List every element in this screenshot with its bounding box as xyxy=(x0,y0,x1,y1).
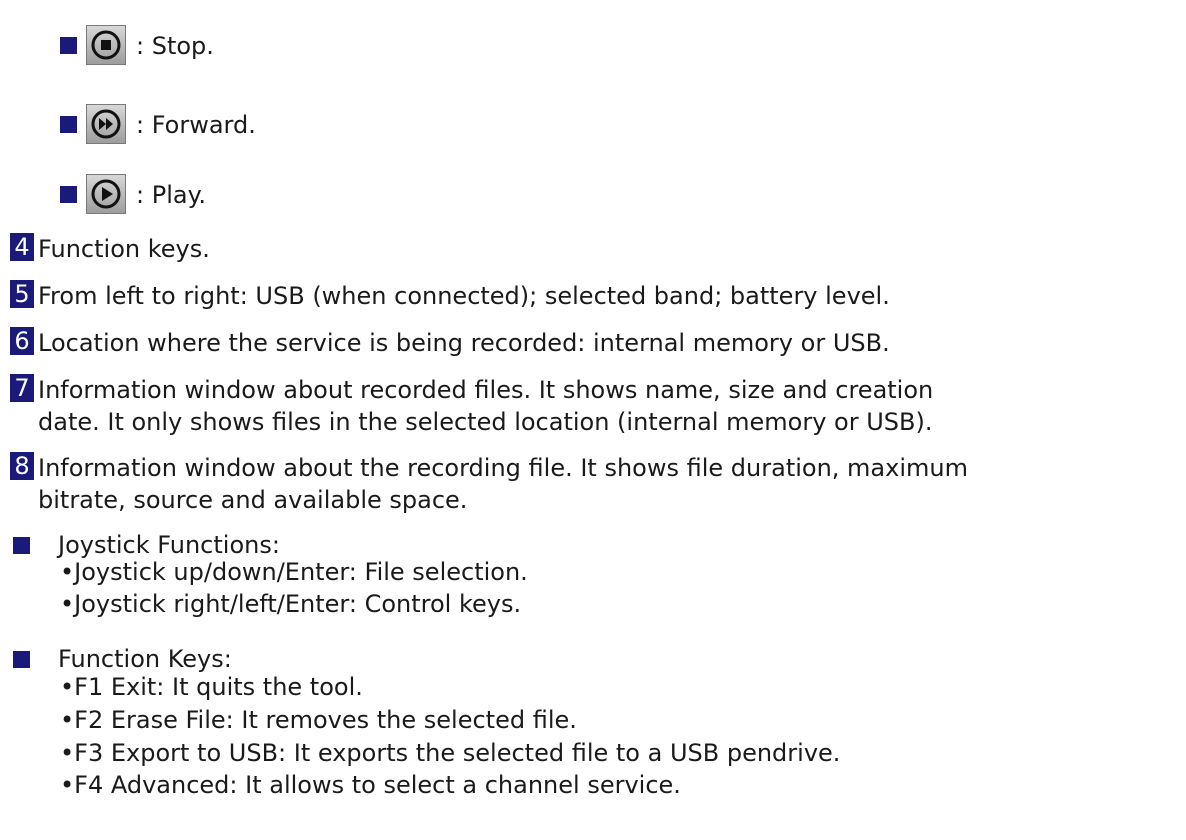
bullet-square xyxy=(60,186,77,203)
stop-icon xyxy=(86,25,126,65)
numbered-item-7: 7 Information window about recorded files… xyxy=(10,374,933,438)
function-key-item: •F4 Advanced: It allows to select a chan… xyxy=(60,771,681,799)
numbered-item-8: 8 Information window about the recording … xyxy=(10,452,968,516)
forward-label: : Forward. xyxy=(136,111,256,139)
bullet-square xyxy=(13,651,30,668)
item-number-badge: 6 xyxy=(10,327,34,355)
item-number-badge: 7 xyxy=(10,374,34,402)
joystick-item: •Joystick right/left/Enter: Control keys… xyxy=(60,590,522,618)
forward-icon xyxy=(86,104,126,144)
numbered-item-6: 6 Location where the service is being rec… xyxy=(10,327,890,359)
item-text-continued: bitrate, source and available space. xyxy=(38,486,468,514)
function-key-item: •F3 Export to USB: It exports the select… xyxy=(60,739,841,767)
item-text-continued: date. It only shows files in the selecte… xyxy=(38,408,933,436)
item-text: From left to right: USB (when connected)… xyxy=(38,282,890,310)
item-text: Location where the service is being reco… xyxy=(38,329,890,357)
item-text: Information window about recorded files.… xyxy=(38,376,934,404)
item-text: Information window about the recording f… xyxy=(38,454,968,482)
play-icon xyxy=(86,174,126,214)
bullet-square xyxy=(60,37,77,54)
stop-label: : Stop. xyxy=(136,32,214,60)
play-label: : Play. xyxy=(136,181,206,209)
item-number-badge: 8 xyxy=(10,452,34,480)
item-text: Function keys. xyxy=(38,235,210,263)
numbered-item-5: 5 From left to right: USB (when connected… xyxy=(10,280,890,312)
item-number-badge: 5 xyxy=(10,280,34,308)
function-key-item: •F1 Exit: It quits the tool. xyxy=(60,673,363,701)
bullet-square xyxy=(60,116,77,133)
function-key-item: •F2 Erase File: It removes the selected … xyxy=(60,706,577,734)
numbered-item-4: 4 Function keys. xyxy=(10,233,210,265)
joystick-item: •Joystick up/down/Enter: File selection. xyxy=(60,558,528,586)
item-number-badge: 4 xyxy=(10,233,34,261)
bullet-square xyxy=(13,537,30,554)
